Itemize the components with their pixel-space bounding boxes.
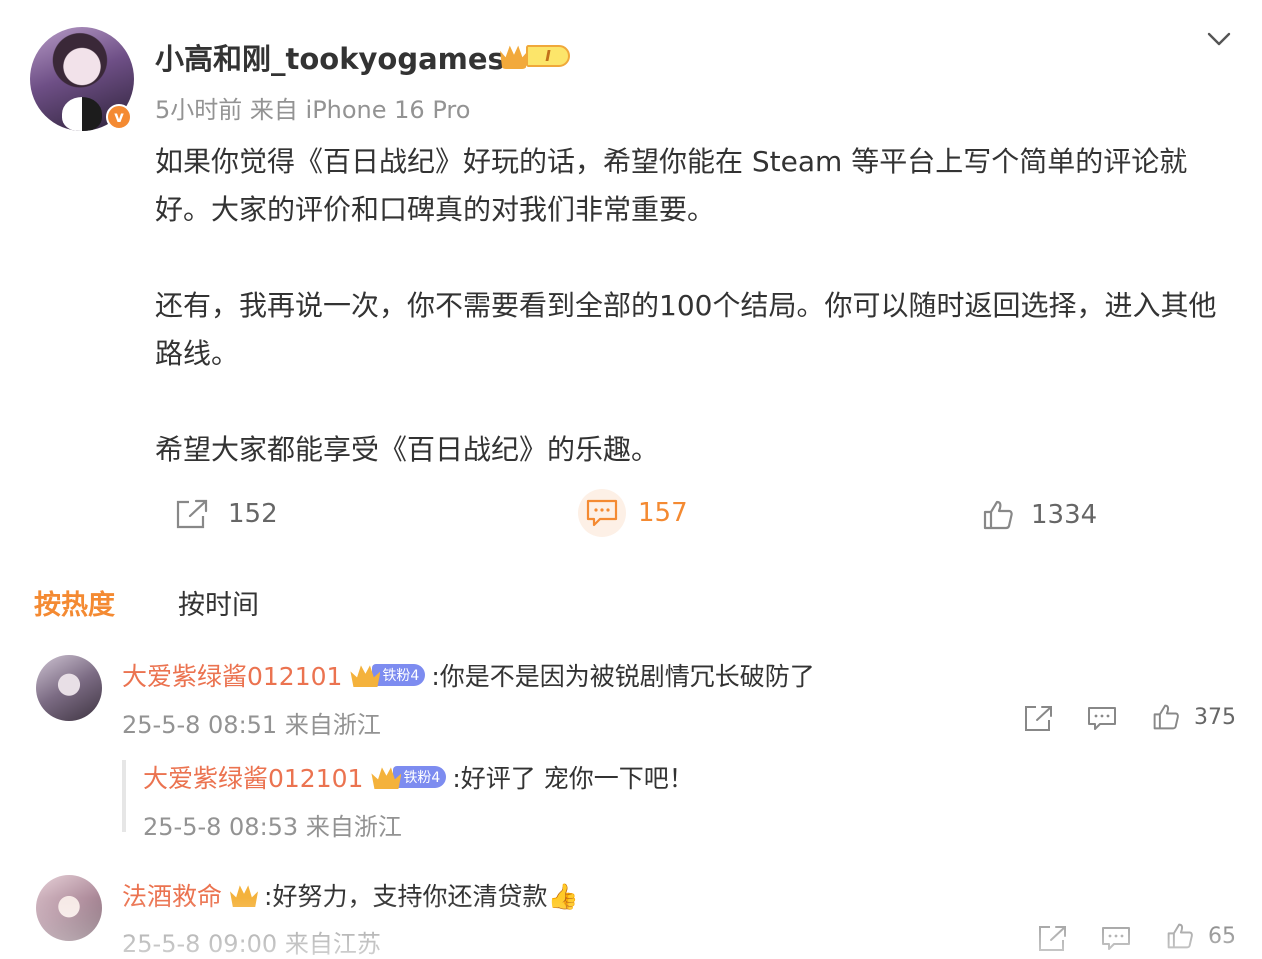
- like-icon: [1167, 923, 1193, 949]
- comment-text: :好努力，支持你还清贷款👍: [264, 882, 579, 911]
- tab-sort-hot[interactable]: 按热度: [34, 583, 115, 622]
- comment-line: 大爱紫绿酱012101 铁粉4 :你是不是因为被锐剧情冗长破防了: [122, 657, 815, 693]
- like-button[interactable]: 1334: [982, 495, 1097, 535]
- replier-name[interactable]: 大爱紫绿酱012101: [143, 759, 363, 795]
- comment-button[interactable]: 157: [578, 489, 688, 537]
- member-crown-badge[interactable]: [230, 883, 259, 907]
- crown-icon: [500, 45, 528, 69]
- reply-time: 25-5-8 08:53 来自浙江: [143, 813, 402, 841]
- post-paragraph: 还有，我再说一次，你不需要看到全部的100个结局。你可以随时返回选择，进入其他路…: [155, 289, 1217, 370]
- comment-line: 法酒救命 :好努力，支持你还清贷款👍: [122, 877, 579, 913]
- fan-badge-label: 铁粉4: [393, 766, 447, 788]
- like-icon: [1153, 704, 1179, 730]
- post-meta: 5小时前 来自 iPhone 16 Pro: [155, 96, 471, 124]
- tab-sort-time[interactable]: 按时间: [178, 583, 259, 622]
- comment-time: 25-5-8 08:51 来自浙江: [122, 711, 381, 739]
- fan-badge-label: 铁粉4: [372, 664, 426, 686]
- post-paragraph: 希望大家都能享受《百日战纪》的乐趣。: [155, 433, 660, 466]
- reply-line: 大爱紫绿酱012101 铁粉4 :好评了 宠你一下吧！: [143, 759, 694, 795]
- commenter-name[interactable]: 法酒救命: [122, 877, 222, 913]
- comment-icon: [586, 499, 618, 527]
- comment-like-button[interactable]: 375: [1152, 703, 1236, 731]
- comment-icon-bg: [578, 489, 626, 537]
- like-icon: [983, 500, 1013, 530]
- comment-count: 157: [638, 498, 688, 528]
- post-paragraph: 如果你觉得《百日战纪》好玩的话，希望你能在 Steam 等平台上写个简单的评论就…: [155, 145, 1188, 226]
- chevron-down-icon[interactable]: [1206, 26, 1232, 52]
- avatar-bear-graphic: [62, 97, 102, 131]
- reply-text: :好评了 宠你一下吧！: [452, 764, 694, 793]
- post-body: 如果你觉得《百日战纪》好玩的话，希望你能在 Steam 等平台上写个简单的评论就…: [155, 138, 1235, 474]
- fan-badge[interactable]: 铁粉4: [371, 765, 447, 789]
- commenter-avatar[interactable]: [36, 875, 102, 941]
- like-count: 1334: [1031, 500, 1098, 530]
- repost-icon[interactable]: [1024, 704, 1054, 732]
- author-name[interactable]: 小高和刚_tookyogames: [155, 36, 505, 78]
- comment-like-count: 375: [1194, 704, 1236, 730]
- crown-icon: [230, 885, 259, 907]
- repost-icon: [176, 499, 208, 529]
- member-rank-badge[interactable]: I: [500, 42, 570, 70]
- comment-like-button[interactable]: 65: [1166, 922, 1236, 950]
- comment-icon[interactable]: [1087, 705, 1117, 733]
- verified-icon: v: [106, 104, 132, 130]
- repost-icon[interactable]: [1038, 924, 1068, 952]
- fan-badge[interactable]: 铁粉4: [350, 663, 426, 687]
- comment-like-count: 65: [1208, 923, 1236, 949]
- comment-icon[interactable]: [1101, 925, 1131, 953]
- commenter-name[interactable]: 大爱紫绿酱012101: [122, 657, 342, 693]
- commenter-avatar[interactable]: [36, 655, 102, 721]
- reply-divider: [122, 760, 126, 832]
- comment-text: :你是不是因为被锐剧情冗长破防了: [431, 662, 815, 691]
- rank-level: I: [526, 45, 570, 67]
- repost-button[interactable]: 152: [175, 494, 278, 534]
- repost-count: 152: [228, 499, 278, 529]
